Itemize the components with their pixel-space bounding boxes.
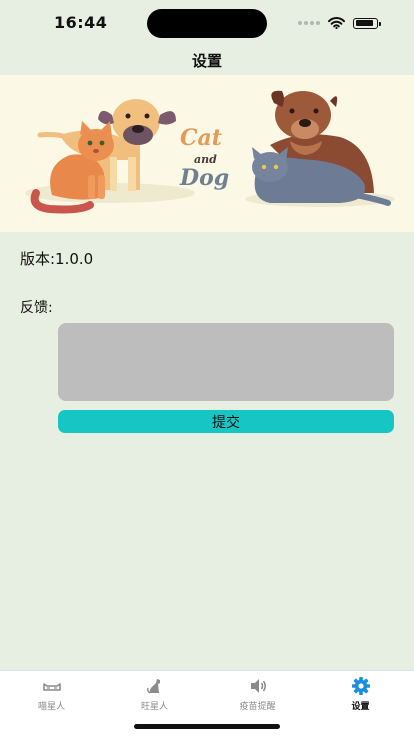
banner-text-dog: Dog [179,165,229,191]
dynamic-island [147,9,267,38]
feedback-input[interactable] [58,323,394,401]
cellular-signal-icon [298,21,320,25]
home-indicator [134,724,280,729]
status-time: 16:44 [54,13,108,32]
cat-and-dog-banner: Cat and Dog [0,75,414,232]
status-bar: 16:44 [0,0,414,46]
version-text: 版本:1.0.0 [20,250,94,268]
gear-icon [351,677,370,695]
tab-cats[interactable]: 喵星人 [0,677,103,717]
dog-sitting-icon [146,679,160,694]
submit-button[interactable]: 提交 [58,410,394,433]
speaker-icon [250,679,266,693]
tab-vaccine-reminder-label: 疫苗提醒 [239,702,276,712]
status-icons [298,16,381,30]
tab-settings-label: 设置 [351,702,370,712]
tab-vaccine-reminder[interactable]: 疫苗提醒 [206,677,309,717]
page-title: 设置 [191,52,222,70]
wifi-icon [328,17,345,29]
banner-text-cat: Cat [180,125,222,151]
tab-cats-label: 喵星人 [37,702,65,712]
tab-dogs[interactable]: 旺星人 [103,677,206,717]
tab-dogs-label: 旺星人 [140,702,168,712]
tab-settings[interactable]: 设置 [309,677,412,717]
cat-sleeping-icon [42,683,61,691]
feedback-label: 反馈: [20,300,53,316]
battery-icon [353,17,381,29]
